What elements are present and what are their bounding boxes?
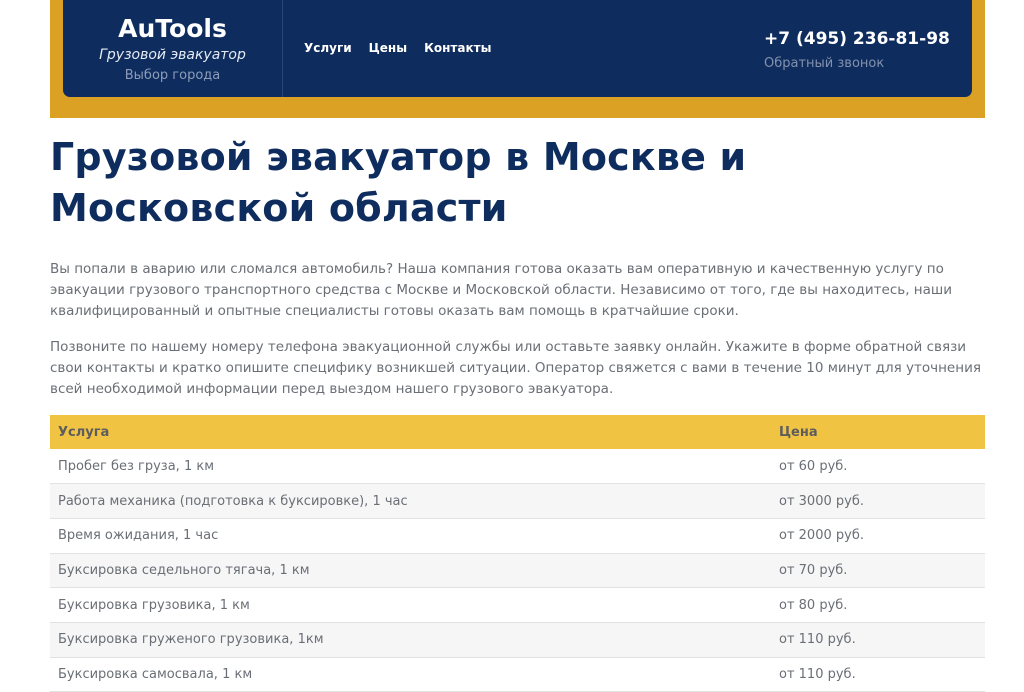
nav-link-prices[interactable]: Цены (369, 40, 407, 56)
service-cell: Пробег без груза, 1 км (50, 449, 771, 485)
callback-link[interactable]: Обратный звонок (764, 54, 972, 74)
price-cell: от 2000 руб. (771, 518, 985, 554)
table-row: Буксировка самосвала, 1 км от 110 руб. (50, 657, 985, 692)
intro-paragraph: Вы попали в аварию или сломался автомоби… (50, 261, 953, 319)
price-table: Услуга Цена Пробег без груза, 1 км от 60… (50, 415, 985, 692)
table-header-row: Услуга Цена (50, 415, 985, 449)
column-header-price: Цена (771, 415, 985, 449)
city-select-link[interactable]: Выбор города (125, 66, 220, 86)
table-row: Время ожидания, 1 час от 2000 руб. (50, 518, 985, 554)
page-title: Грузовой эвакуатор в Москве и Московской… (50, 135, 747, 230)
service-cell: Буксировка седельного тягача, 1 км (50, 553, 771, 589)
service-cell: Буксировка грузовика, 1 км (50, 587, 771, 623)
phone-link[interactable]: +7 (495) 236-81-98 (764, 28, 972, 50)
column-header-service: Услуга (50, 415, 771, 449)
site-header: AuTools Грузовой эвакуатор Выбор города … (63, 0, 972, 97)
service-cell: Буксировка груженого грузовика, 1км (50, 622, 771, 658)
service-cell: Буксировка самосвала, 1 км (50, 657, 771, 692)
main-nav: Услуги Цены Контакты (283, 0, 764, 97)
price-cell: от 70 руб. (771, 553, 985, 589)
site-tagline: Грузовой эвакуатор (99, 47, 246, 63)
table-row: Буксировка груженого грузовика, 1км от 1… (50, 622, 985, 658)
price-cell: от 3000 руб. (771, 483, 985, 519)
price-cell: от 110 руб. (771, 622, 985, 658)
brand-block: AuTools Грузовой эвакуатор Выбор города (63, 0, 283, 97)
main-content: Грузовой эвакуатор в Москве и Московской… (50, 132, 985, 692)
service-cell: Время ожидания, 1 час (50, 518, 771, 554)
nav-link-services[interactable]: Услуги (304, 40, 352, 56)
price-cell: от 60 руб. (771, 449, 985, 485)
nav-link-contacts[interactable]: Контакты (424, 40, 491, 56)
table-row: Пробег без груза, 1 км от 60 руб. (50, 449, 985, 485)
table-row: Буксировка седельного тягача, 1 км от 70… (50, 553, 985, 589)
page: AuTools Грузовой эвакуатор Выбор города … (0, 0, 1024, 692)
site-logo[interactable]: AuTools (118, 14, 227, 44)
table-row: Буксировка грузовика, 1 км от 80 руб. (50, 587, 985, 623)
table-row: Работа механика (подготовка к буксировке… (50, 483, 985, 519)
price-cell: от 80 руб. (771, 587, 985, 623)
price-cell: от 110 руб. (771, 657, 985, 692)
call-to-action-paragraph: Позвоните по нашему номеру телефона эвак… (50, 339, 981, 397)
contact-block: +7 (495) 236-81-98 Обратный звонок (764, 0, 972, 97)
service-cell: Работа механика (подготовка к буксировке… (50, 483, 771, 519)
